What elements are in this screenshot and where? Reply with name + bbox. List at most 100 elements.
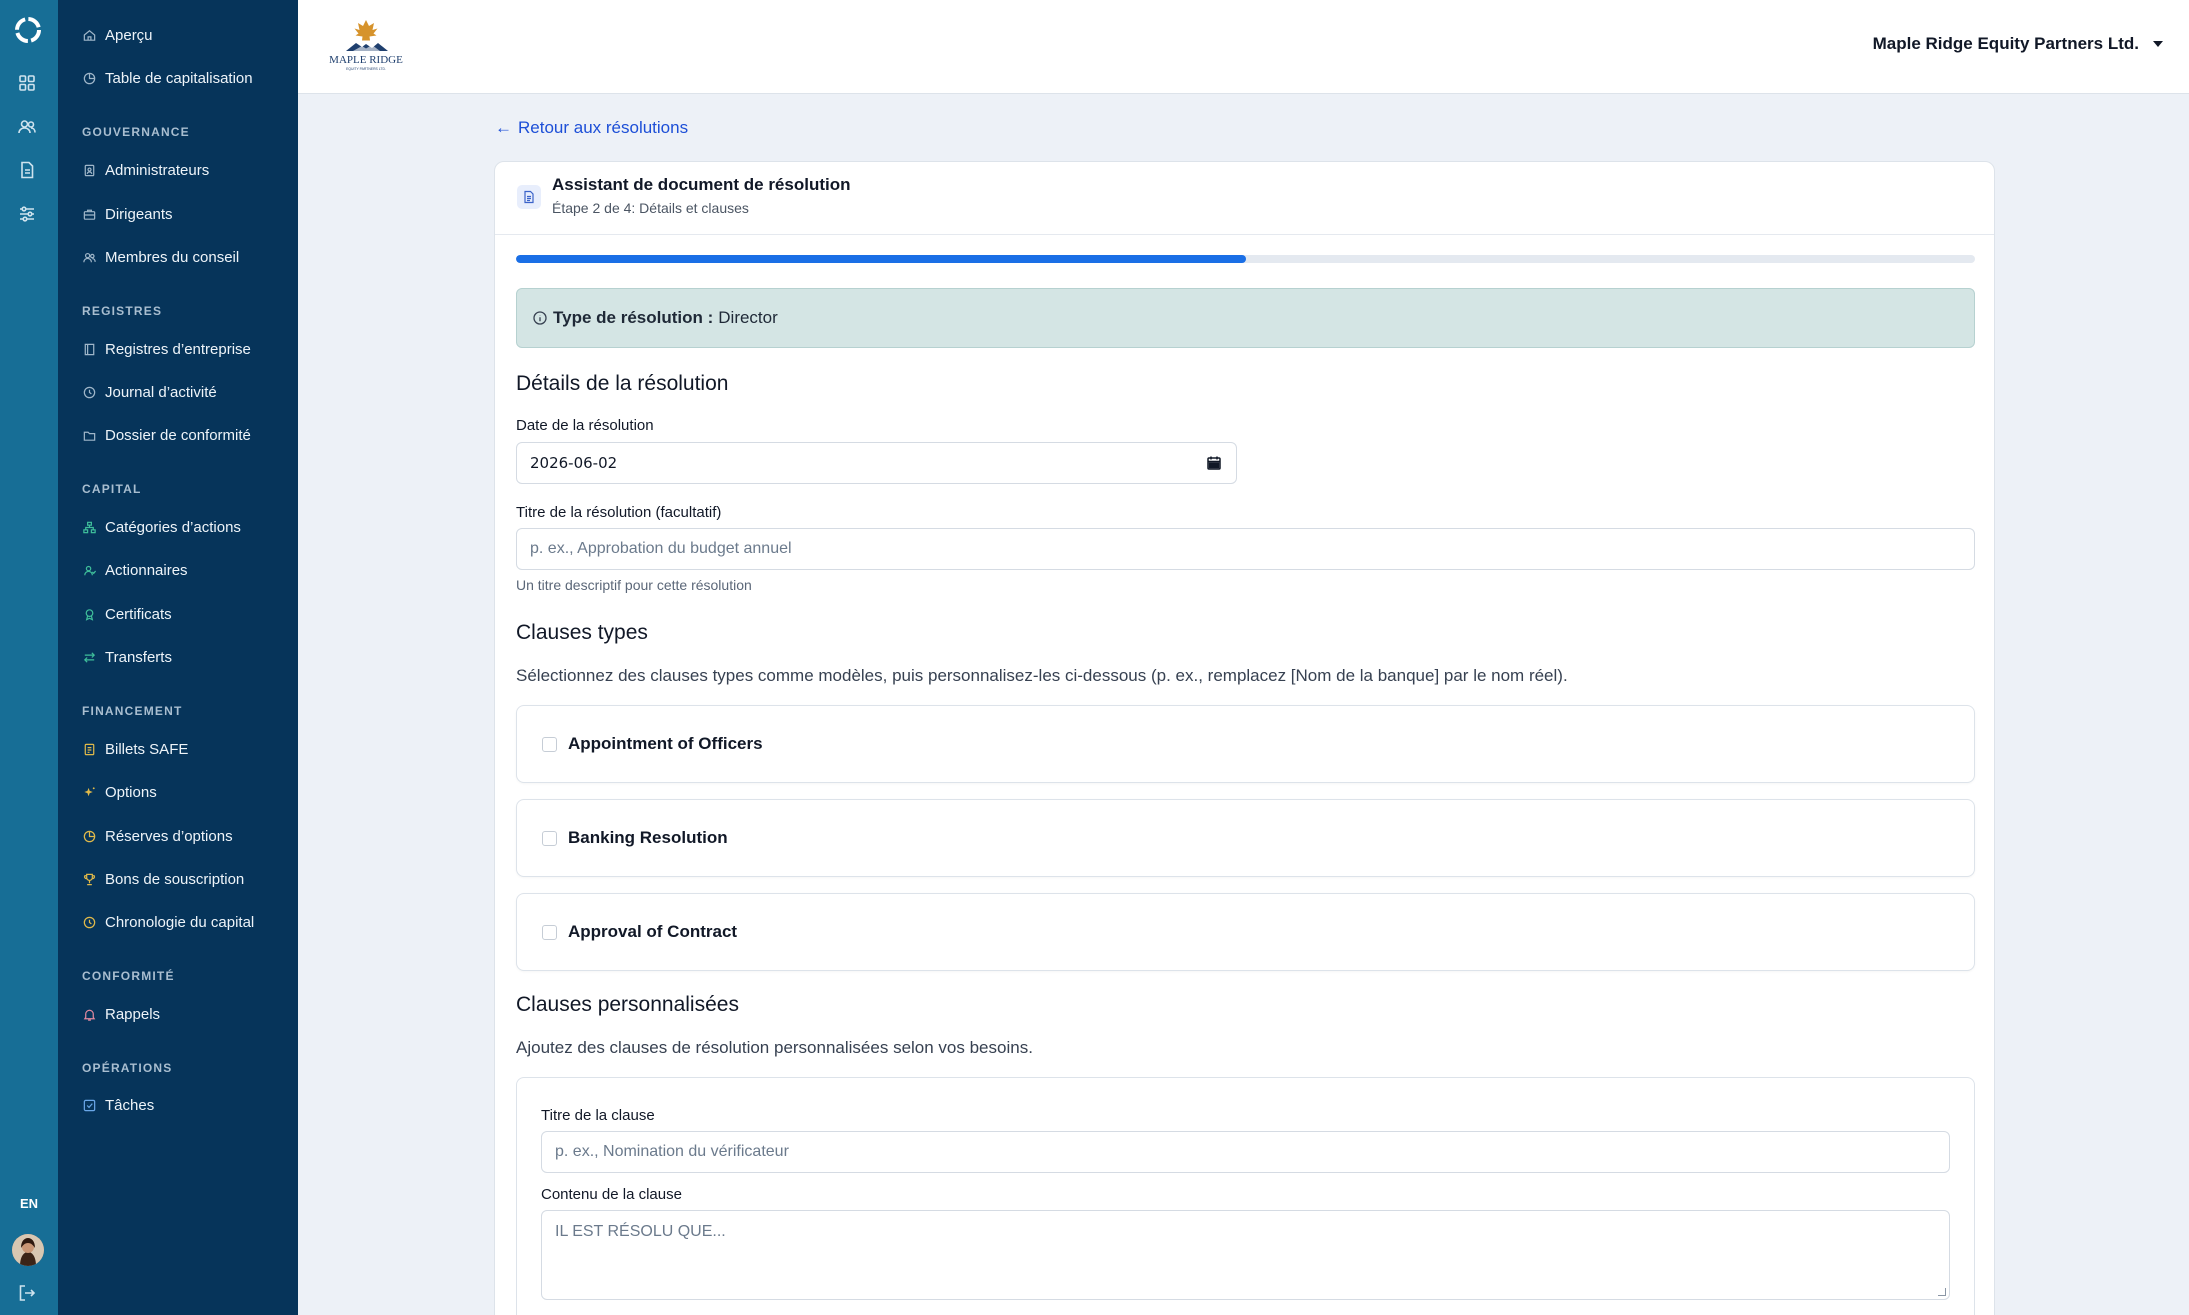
- section-gouvernance: GOUVERNANCE: [82, 125, 190, 139]
- calendar-icon[interactable]: [1206, 455, 1222, 471]
- sidebar-item-apercu[interactable]: Aperçu: [82, 24, 153, 46]
- brand-subtitle: EQUITY PARTNERS LTD.: [346, 67, 386, 71]
- clause-checkbox[interactable]: [542, 924, 557, 940]
- back-to-resolutions-link[interactable]: ← Retour aux résolutions: [495, 118, 688, 138]
- pie-chart-icon: [83, 72, 96, 84]
- trophy-icon: [83, 873, 96, 885]
- sidebar-item-actionnaires[interactable]: Actionnaires: [82, 559, 188, 581]
- sidebar-item-categories-actions[interactable]: Catégories d’actions: [82, 516, 241, 538]
- sidebar-item-billets-safe[interactable]: Billets SAFE: [82, 738, 188, 760]
- document-icon[interactable]: [17, 160, 37, 180]
- network-icon: [83, 521, 96, 533]
- users-icon: [83, 252, 96, 262]
- wizard-progress-bar: [516, 255, 1975, 263]
- clause-option[interactable]: Banking Resolution: [516, 799, 1975, 877]
- clause-content-textarea[interactable]: IL EST RÉSOLU QUE...: [541, 1210, 1950, 1300]
- clock-icon: [83, 386, 96, 398]
- sidebar-item-administrateurs[interactable]: Administrateurs: [82, 159, 209, 181]
- sidebar-item-label: Membres du conseil: [105, 248, 240, 266]
- note-icon: [84, 743, 95, 755]
- organization-switcher[interactable]: Maple Ridge Equity Partners Ltd.: [1873, 34, 2163, 54]
- arrow-left-icon: ←: [495, 118, 512, 137]
- award-icon: [85, 608, 94, 621]
- sidebar-item-label: Registres d’entreprise: [105, 340, 251, 358]
- app-logo-icon[interactable]: [12, 14, 44, 46]
- clause-title-placeholder: p. ex., Nomination du vérificateur: [555, 1143, 789, 1160]
- user-avatar[interactable]: [12, 1234, 44, 1266]
- logout-icon[interactable]: [17, 1283, 37, 1303]
- clause-label: Appointment of Officers: [568, 734, 763, 753]
- pie-chart-icon: [83, 830, 96, 842]
- users-icon[interactable]: [17, 117, 37, 137]
- sparkle-icon: [84, 786, 95, 796]
- transfer-icon: [83, 651, 96, 663]
- progress-fill: [516, 255, 1246, 263]
- sidebar-item-label: Table de capitalisation: [105, 69, 253, 87]
- sidebar-item-label: Dirigeants: [105, 205, 173, 223]
- maple-ridge-logo[interactable]: MAPLE RIDGE EQUITY PARTNERS LTD.: [320, 18, 412, 74]
- sidebar-item-label: Administrateurs: [105, 161, 210, 179]
- resolution-title-input[interactable]: p. ex., Approbation du budget annuel: [516, 528, 1975, 570]
- sidebar-item-dossier-conformite[interactable]: Dossier de conformité: [82, 424, 251, 446]
- resolution-date-input[interactable]: 2026-06-02: [516, 442, 1237, 484]
- clause-title-input[interactable]: p. ex., Nomination du vérificateur: [541, 1131, 1950, 1173]
- sidebar-item-transferts[interactable]: Transferts: [82, 646, 172, 668]
- clause-content-placeholder: IL EST RÉSOLU QUE...: [555, 1223, 726, 1240]
- sidebar-item-label: Catégories d’actions: [105, 518, 241, 536]
- wizard-header: Assistant de document de résolution Étap…: [495, 162, 1994, 235]
- resolution-type-alert: Type de résolution : Director: [516, 288, 1975, 348]
- dashboard-grid-icon[interactable]: [17, 73, 37, 93]
- custom-clauses-description: Ajoutez des clauses de résolution person…: [516, 1038, 1033, 1057]
- clause-option[interactable]: Appointment of Officers: [516, 705, 1975, 783]
- title-hint: Un titre descriptif pour cette résolutio…: [516, 577, 752, 593]
- sidebar-item-journal-activite[interactable]: Journal d’activité: [82, 381, 217, 403]
- sidebar-nav: Aperçu Table de capitalisation GOUVERNAN…: [58, 0, 298, 1315]
- sidebar-item-certificats[interactable]: Certificats: [82, 603, 172, 625]
- sidebar-item-label: Certificats: [105, 605, 172, 623]
- home-icon: [83, 29, 96, 41]
- sidebar-item-reserves-options[interactable]: Réserves d’options: [82, 825, 233, 847]
- resolution-wizard-card: Assistant de document de résolution Étap…: [494, 161, 1995, 1315]
- sidebar-item-bons-souscription[interactable]: Bons de souscription: [82, 868, 244, 890]
- sidebar-item-label: Rappels: [105, 1005, 161, 1023]
- brand-name: MAPLE RIDGE: [329, 54, 403, 66]
- sidebar-item-chronologie-capital[interactable]: Chronologie du capital: [82, 911, 254, 933]
- details-heading: Détails de la résolution: [516, 372, 729, 395]
- sidebar-item-label: Billets SAFE: [105, 740, 189, 758]
- document-icon: [517, 185, 541, 209]
- sidebar-item-label: Réserves d’options: [105, 827, 233, 845]
- title-label: Titre de la résolution (facultatif): [516, 504, 722, 521]
- sidebar-item-membres-conseil[interactable]: Membres du conseil: [82, 246, 239, 268]
- section-conformite: CONFORMITÉ: [82, 969, 175, 983]
- sidebar-item-options[interactable]: Options: [82, 781, 157, 803]
- standard-clauses-description: Sélectionnez des clauses types comme mod…: [516, 666, 1568, 685]
- sidebar-item-label: Transferts: [105, 648, 172, 666]
- check-square-icon: [83, 1099, 96, 1111]
- language-toggle[interactable]: EN: [0, 1196, 58, 1211]
- sidebar-item-rappels[interactable]: Rappels: [82, 1003, 160, 1025]
- sidebar-item-taches[interactable]: Tâches: [82, 1094, 154, 1116]
- sidebar-item-label: Bons de souscription: [105, 870, 245, 888]
- folder-icon: [83, 431, 96, 441]
- org-name: Maple Ridge Equity Partners Ltd.: [1872, 34, 2139, 53]
- clause-label: Approval of Contract: [568, 922, 738, 941]
- settings-sliders-icon[interactable]: [17, 204, 37, 224]
- sidebar-item-cap-table[interactable]: Table de capitalisation: [82, 67, 253, 89]
- sidebar-item-label: Dossier de conformité: [105, 426, 251, 444]
- wizard-title: Assistant de document de résolution: [552, 175, 851, 194]
- sidebar-item-dirigeants[interactable]: Dirigeants: [82, 203, 173, 225]
- clause-content-label: Contenu de la clause: [541, 1186, 682, 1203]
- sidebar-item-registres-entreprise[interactable]: Registres d’entreprise: [82, 338, 251, 360]
- sidebar-item-label: Aperçu: [105, 26, 153, 44]
- sidebar-item-label: Journal d’activité: [105, 383, 217, 401]
- clause-option[interactable]: Approval of Contract: [516, 893, 1975, 971]
- custom-clauses-heading: Clauses personnalisées: [516, 993, 739, 1016]
- title-placeholder: p. ex., Approbation du budget annuel: [530, 540, 792, 557]
- resize-handle-icon[interactable]: [1938, 1288, 1946, 1296]
- book-icon: [84, 343, 95, 355]
- sidebar-item-label: Options: [105, 783, 157, 801]
- chevron-down-icon: [2153, 41, 2163, 47]
- clause-checkbox[interactable]: [542, 830, 557, 846]
- section-financement: FINANCEMENT: [82, 704, 183, 718]
- clause-checkbox[interactable]: [542, 736, 557, 752]
